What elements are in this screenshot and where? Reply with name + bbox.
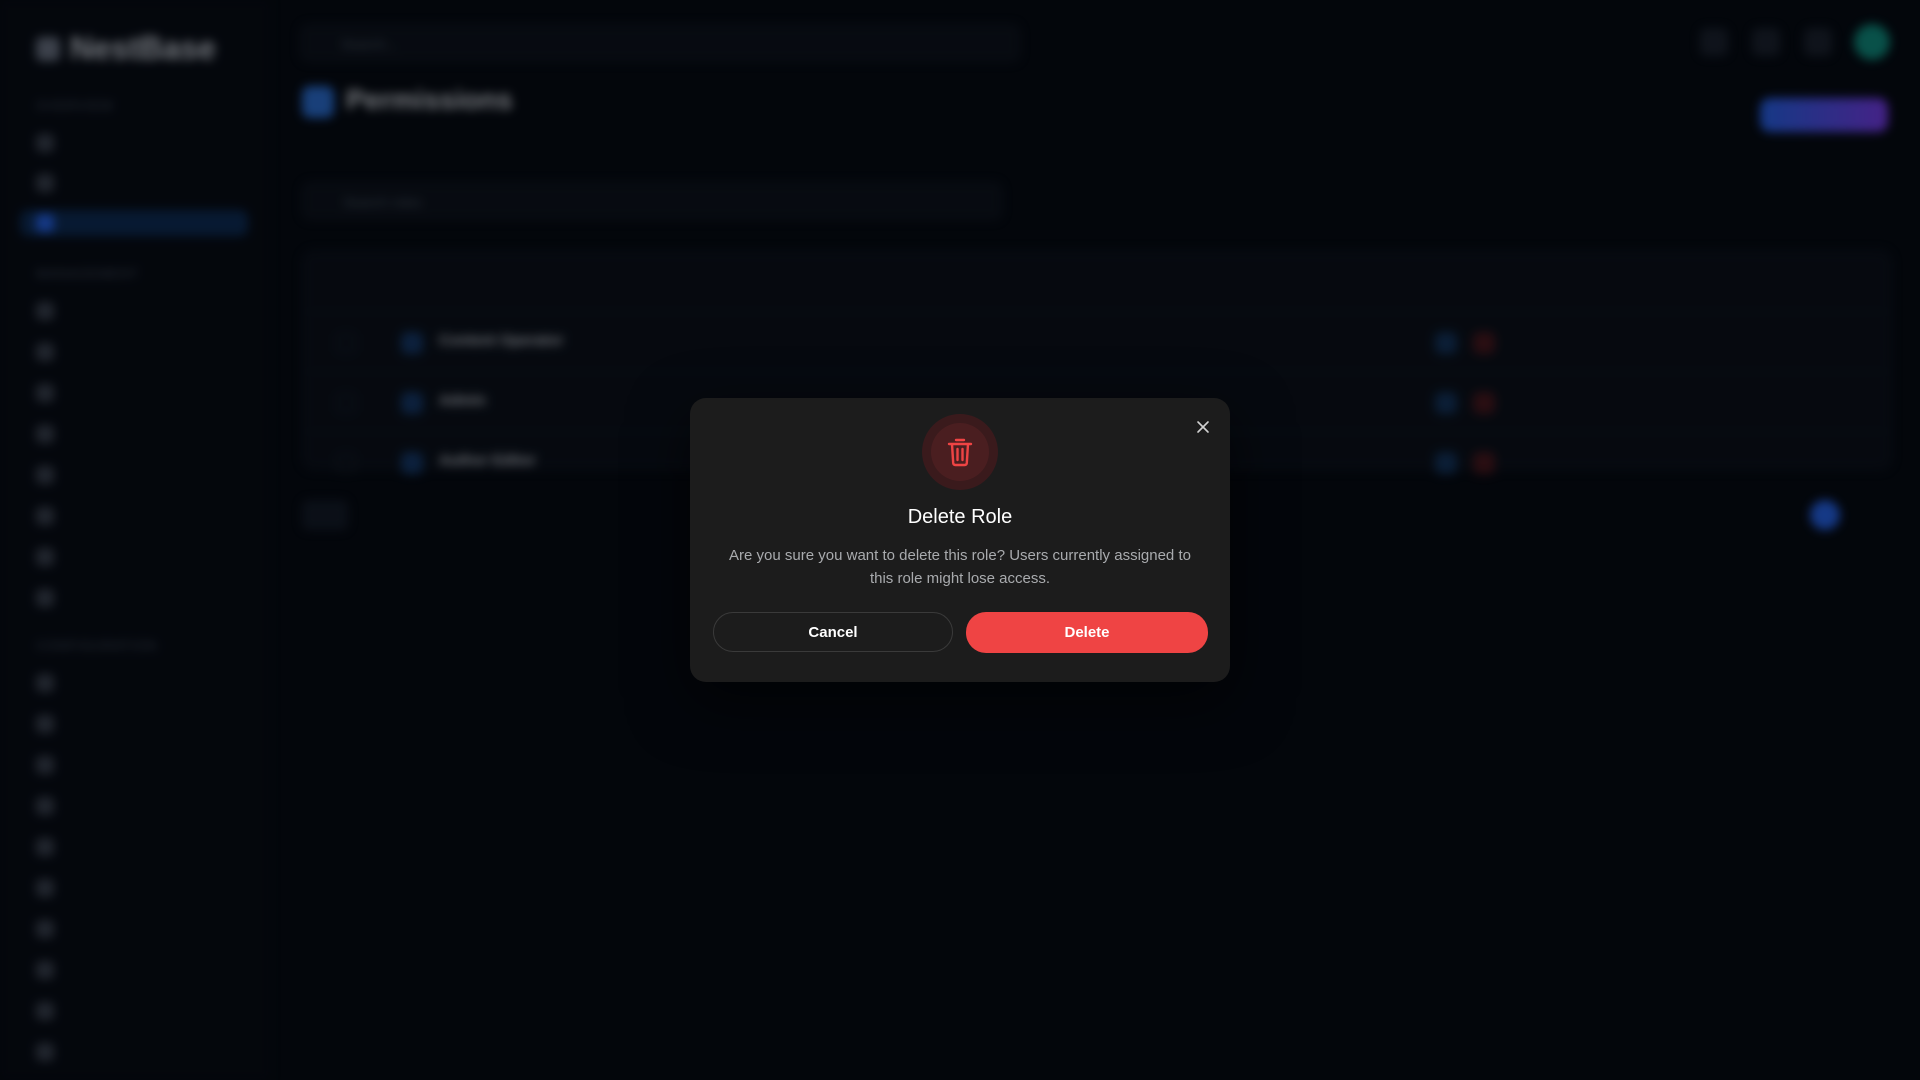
nav-icon: [36, 466, 54, 484]
trash-icon-badge: [922, 414, 998, 490]
bell-icon[interactable]: [1804, 28, 1832, 56]
nav-icon: [36, 961, 54, 979]
dialog-title: Delete Role: [907, 506, 1013, 528]
sidebar-item[interactable]: [36, 421, 54, 447]
pagination-current-page[interactable]: [1810, 500, 1840, 530]
trash-icon[interactable]: [1473, 392, 1495, 414]
avatar[interactable]: [1854, 24, 1890, 60]
sidebar-item[interactable]: [36, 875, 54, 901]
rows-per-page-select[interactable]: [302, 500, 348, 530]
flag-icon[interactable]: [1700, 28, 1728, 56]
nav-icon: [36, 425, 54, 443]
global-search-input[interactable]: Search...: [300, 24, 1020, 62]
sidebar-item[interactable]: [36, 1039, 54, 1065]
nav-icon: [36, 384, 54, 402]
sidebar-item[interactable]: [36, 711, 54, 737]
nav-icon: [36, 589, 54, 607]
sidebar-item[interactable]: [36, 998, 54, 1024]
add-role-button[interactable]: [1760, 98, 1888, 132]
logo: NestBase: [36, 30, 216, 67]
sidebar-item-permissions[interactable]: [20, 210, 248, 236]
row-checkbox[interactable]: [337, 454, 355, 472]
sidebar-item[interactable]: [36, 380, 54, 406]
shield-icon: [36, 214, 54, 232]
sidebar-item[interactable]: [36, 544, 54, 570]
nav-icon: [36, 756, 54, 774]
theme-icon[interactable]: [1752, 28, 1780, 56]
nav-icon: [36, 507, 54, 525]
cancel-button[interactable]: Cancel: [713, 612, 953, 652]
edit-icon[interactable]: [1435, 392, 1457, 414]
sidebar-item[interactable]: [36, 916, 54, 942]
sidebar-item[interactable]: [36, 130, 54, 156]
sidebar-item[interactable]: [36, 339, 54, 365]
sidebar-item[interactable]: [36, 793, 54, 819]
delete-role-dialog: Delete Role Are you sure you want to del…: [690, 398, 1230, 682]
row-checkbox[interactable]: [337, 334, 355, 352]
trash-icon: [931, 423, 989, 481]
nav-icon: [36, 838, 54, 856]
sidebar-item[interactable]: [36, 585, 54, 611]
nav-section-overview: Overview: [36, 98, 114, 113]
nav-icon: [36, 302, 54, 320]
brand-name: NestBase: [70, 30, 216, 66]
role-name: Admin: [439, 392, 486, 409]
table-row[interactable]: Content Operator: [303, 311, 1891, 372]
nav-section-management: Management: [36, 266, 140, 281]
edit-icon[interactable]: [1435, 452, 1457, 474]
nav-icon: [36, 797, 54, 815]
nav-icon: [36, 674, 54, 692]
row-checkbox[interactable]: [337, 394, 355, 412]
sidebar: NestBase Overview Management Configurati…: [0, 0, 270, 1080]
nav-icon: [36, 174, 54, 192]
nav-icon: [36, 343, 54, 361]
logo-icon: [36, 36, 60, 61]
nav-icon: [36, 879, 54, 897]
sidebar-item[interactable]: [36, 834, 54, 860]
sidebar-item[interactable]: [36, 752, 54, 778]
sidebar-item[interactable]: [36, 462, 54, 488]
sidebar-item[interactable]: [36, 503, 54, 529]
nav-icon: [36, 134, 54, 152]
nav-icon: [36, 1043, 54, 1061]
page-title: Permissions: [346, 84, 513, 115]
nav-icon: [36, 1002, 54, 1020]
sidebar-item[interactable]: [36, 670, 54, 696]
nav-section-configuration: Configuration: [36, 638, 158, 653]
close-icon[interactable]: [1192, 416, 1214, 438]
edit-icon[interactable]: [1435, 332, 1457, 354]
role-search-input[interactable]: Search roles: [302, 182, 1002, 220]
role-name: Author Editor: [439, 452, 536, 469]
trash-icon[interactable]: [1473, 332, 1495, 354]
sidebar-item[interactable]: [36, 957, 54, 983]
nav-icon: [36, 548, 54, 566]
sidebar-item[interactable]: [36, 298, 54, 324]
trash-icon[interactable]: [1473, 452, 1495, 474]
role-icon: [401, 392, 423, 414]
sidebar-item[interactable]: [36, 170, 54, 196]
delete-button[interactable]: Delete: [966, 612, 1208, 653]
dialog-message: Are you sure you want to delete this rol…: [729, 547, 1191, 587]
role-icon: [401, 452, 423, 474]
nav-icon: [36, 715, 54, 733]
role-name: Content Operator: [439, 332, 564, 349]
nav-icon: [36, 920, 54, 938]
shield-icon: [302, 86, 334, 118]
role-icon: [401, 332, 423, 354]
